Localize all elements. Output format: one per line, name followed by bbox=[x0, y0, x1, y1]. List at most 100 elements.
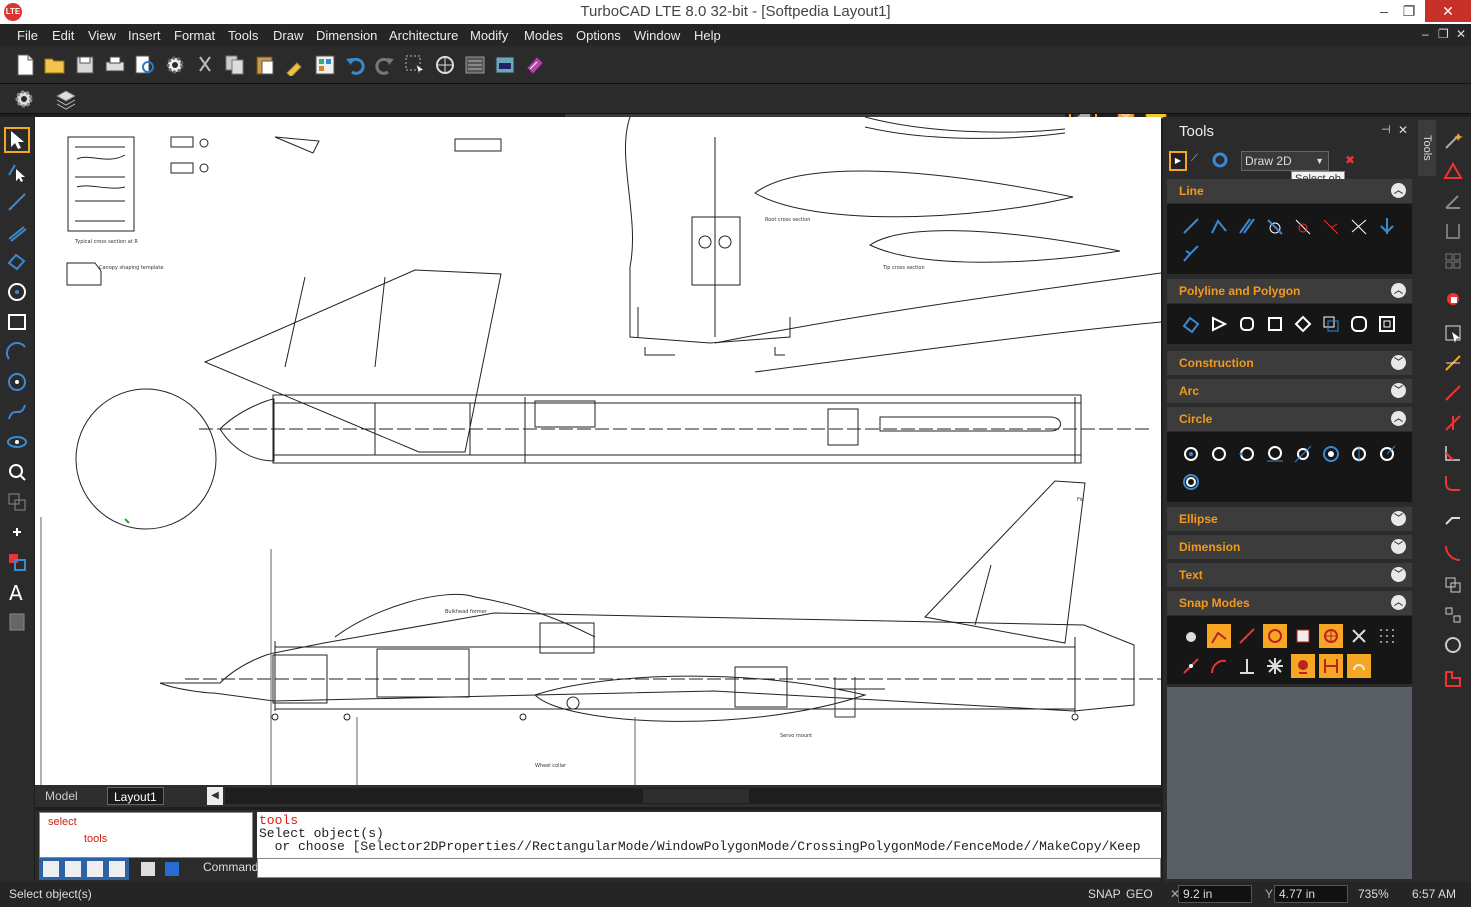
tab-layout1[interactable]: Layout1 bbox=[107, 787, 164, 805]
line-vertical-icon[interactable] bbox=[1375, 214, 1399, 238]
print-icon[interactable] bbox=[102, 52, 128, 78]
section-ellipse-header[interactable]: Ellipse ﹀ bbox=[1167, 507, 1412, 531]
line-connected-icon[interactable] bbox=[1207, 214, 1231, 238]
menu-edit[interactable]: Edit bbox=[52, 28, 74, 43]
curve-tool-icon[interactable] bbox=[4, 399, 30, 425]
print-preview-icon[interactable] bbox=[132, 52, 158, 78]
expand-chevron-icon[interactable]: ﹀ bbox=[1391, 511, 1406, 526]
magic-wand-icon[interactable] bbox=[1440, 128, 1466, 154]
view-tool-icon[interactable] bbox=[4, 429, 30, 455]
circle-outline-icon[interactable] bbox=[1440, 632, 1466, 658]
snap-nearest-icon[interactable] bbox=[1235, 624, 1259, 648]
polygon-center-icon[interactable] bbox=[1235, 312, 1259, 336]
horizontal-scrollbar[interactable] bbox=[225, 788, 1161, 804]
circle-tangent-line-icon[interactable] bbox=[1291, 442, 1315, 466]
mode-button-2[interactable] bbox=[65, 861, 81, 877]
menu-draw[interactable]: Draw bbox=[273, 28, 303, 43]
chamfer-icon[interactable] bbox=[1440, 440, 1466, 466]
bracket-icon[interactable] bbox=[1440, 218, 1466, 244]
angle-icon[interactable] bbox=[1440, 188, 1466, 214]
circle-fixed-radius-icon[interactable] bbox=[1179, 470, 1203, 494]
snap-alignment-icon[interactable] bbox=[1319, 654, 1343, 678]
properties-icon[interactable] bbox=[462, 52, 488, 78]
select-arrow-icon[interactable] bbox=[4, 127, 30, 153]
scrollbar-thumb[interactable] bbox=[643, 789, 749, 803]
library-icon[interactable] bbox=[522, 52, 548, 78]
snap-tangent-icon[interactable] bbox=[1207, 654, 1231, 678]
circle-radius-icon[interactable] bbox=[1375, 442, 1399, 466]
dimension-tool-icon[interactable] bbox=[4, 549, 30, 575]
arc-tool-icon[interactable] bbox=[4, 339, 30, 365]
collapse-chevron-icon[interactable]: ︿ bbox=[1391, 595, 1406, 610]
snap-midpoint-icon[interactable] bbox=[1179, 654, 1203, 678]
section-construction-header[interactable]: Construction ﹀ bbox=[1167, 351, 1412, 375]
section-dimension-header[interactable]: Dimension ﹀ bbox=[1167, 535, 1412, 559]
line-angle-icon[interactable] bbox=[1319, 214, 1343, 238]
snap-drawing-aid-icon[interactable] bbox=[1291, 654, 1315, 678]
snap-center-icon[interactable] bbox=[1263, 624, 1287, 648]
close-button[interactable]: ✕ bbox=[1425, 0, 1471, 22]
menu-modify[interactable]: Modify bbox=[470, 28, 508, 43]
section-arc-header[interactable]: Arc ﹀ bbox=[1167, 379, 1412, 403]
explode-icon[interactable] bbox=[1440, 666, 1466, 692]
window-select-icon[interactable] bbox=[1440, 320, 1466, 346]
offset-rectangle-icon[interactable] bbox=[1375, 312, 1399, 336]
zoom-tool-icon[interactable] bbox=[4, 459, 30, 485]
menu-options[interactable]: Options bbox=[576, 28, 621, 43]
select-tool-icon[interactable]: ▶ bbox=[1169, 151, 1187, 171]
line-bisector-icon[interactable] bbox=[1179, 242, 1203, 266]
copy-entities-icon[interactable] bbox=[1440, 572, 1466, 598]
snap-cross-icon[interactable] bbox=[1347, 624, 1371, 648]
tree-item-select[interactable]: select bbox=[48, 816, 77, 828]
arc-break-icon[interactable] bbox=[1440, 540, 1466, 566]
select-window-icon[interactable] bbox=[402, 52, 428, 78]
rounded-rectangle-icon[interactable] bbox=[1347, 312, 1371, 336]
command-options-icon[interactable] bbox=[141, 862, 155, 876]
section-snap-header[interactable]: Snap Modes ︿ bbox=[1167, 591, 1412, 615]
expand-chevron-icon[interactable]: ﹀ bbox=[1391, 355, 1406, 370]
grid-blocks-icon[interactable] bbox=[1440, 248, 1466, 274]
snap-magnetic-icon[interactable] bbox=[1347, 654, 1371, 678]
snap-toggle[interactable]: SNAP bbox=[1088, 887, 1121, 901]
line-single-icon[interactable] bbox=[1179, 214, 1203, 238]
array-icon[interactable] bbox=[1440, 602, 1466, 628]
mode-button-1[interactable] bbox=[43, 861, 59, 877]
menu-format[interactable]: Format bbox=[174, 28, 215, 43]
menu-architecture[interactable]: Architecture bbox=[389, 28, 458, 43]
tab-tools-vertical[interactable]: Tools bbox=[1418, 120, 1436, 176]
menu-view[interactable]: View bbox=[88, 28, 116, 43]
restore-button[interactable]: ❐ bbox=[1392, 0, 1426, 22]
redo-icon[interactable] bbox=[372, 52, 398, 78]
x-coordinate-field[interactable]: 9.2 in bbox=[1178, 885, 1252, 903]
section-polyline-header[interactable]: Polyline and Polygon ︿ bbox=[1167, 279, 1412, 303]
collapse-chevron-icon[interactable]: ︿ bbox=[1391, 411, 1406, 426]
stretch-icon[interactable] bbox=[1440, 506, 1466, 532]
scroll-left-arrow-icon[interactable]: ◀ bbox=[207, 787, 223, 805]
copy-icon[interactable] bbox=[222, 52, 248, 78]
double-rectangle-icon[interactable] bbox=[1319, 312, 1343, 336]
hatch-tool-icon[interactable] bbox=[4, 609, 30, 635]
circle-2point-icon[interactable] bbox=[1207, 442, 1231, 466]
undo-icon[interactable] bbox=[342, 52, 368, 78]
pin-icon[interactable]: ⊣ bbox=[1381, 123, 1391, 136]
fillet-icon[interactable] bbox=[1440, 470, 1466, 496]
line-perpendicular-icon[interactable] bbox=[1291, 214, 1315, 238]
drawing-canvas[interactable]: Typical cross section at R Canopy shapin… bbox=[35, 117, 1161, 785]
section-text-header[interactable]: Text ﹀ bbox=[1167, 563, 1412, 587]
menu-dimension[interactable]: Dimension bbox=[316, 28, 377, 43]
expand-chevron-icon[interactable]: ﹀ bbox=[1391, 539, 1406, 554]
design-director-icon[interactable] bbox=[312, 52, 338, 78]
group-tool-icon[interactable] bbox=[4, 489, 30, 515]
layer-manager-icon[interactable] bbox=[53, 86, 79, 112]
circle-diameter-icon[interactable] bbox=[1347, 442, 1371, 466]
command-input[interactable] bbox=[257, 858, 1161, 878]
menu-tools[interactable]: Tools bbox=[228, 28, 258, 43]
circle-tool-icon[interactable] bbox=[4, 279, 30, 305]
line-tangent-icon[interactable] bbox=[1263, 214, 1287, 238]
draw-mode-select[interactable]: Draw 2D ▼ bbox=[1241, 151, 1329, 171]
circle-concentric-icon[interactable] bbox=[1319, 442, 1343, 466]
rotated-rectangle-icon[interactable] bbox=[1291, 312, 1315, 336]
split-icon[interactable] bbox=[1440, 410, 1466, 436]
warning-triangle-icon[interactable] bbox=[1440, 158, 1466, 184]
menu-modes[interactable]: Modes bbox=[524, 28, 563, 43]
